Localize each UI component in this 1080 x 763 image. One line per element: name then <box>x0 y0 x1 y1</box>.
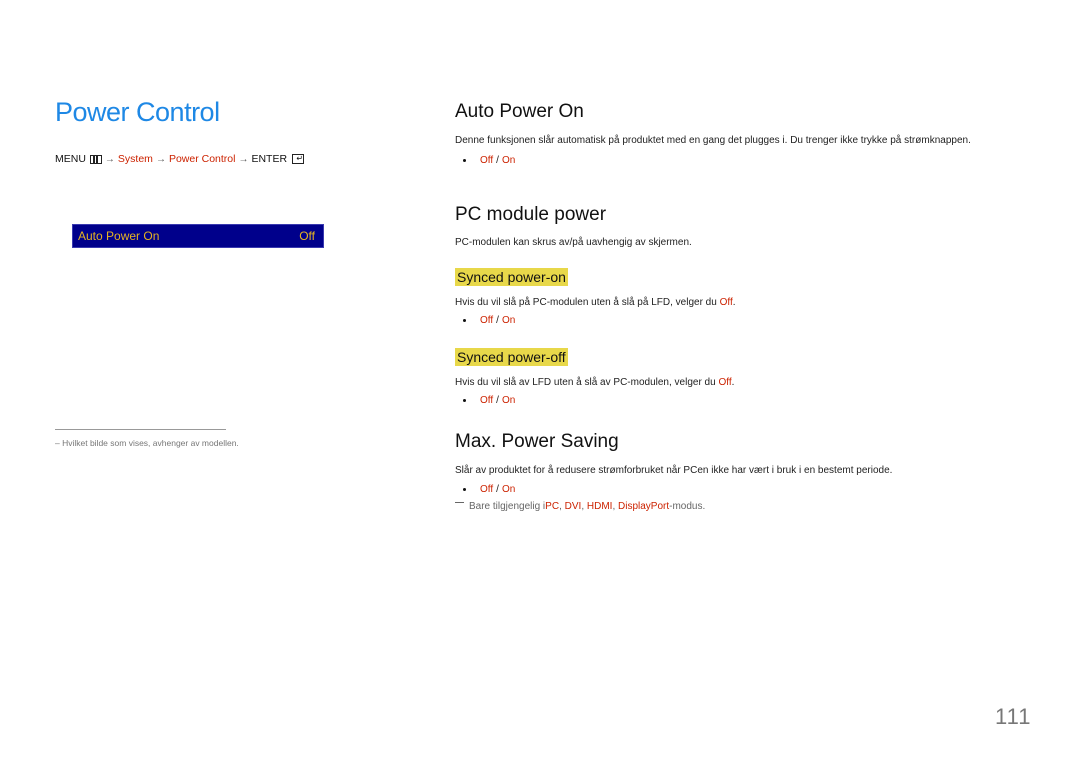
breadcrumb-power-control: Power Control <box>168 153 236 165</box>
osd-item-label: Auto Power On <box>78 229 160 243</box>
page-number: 111 <box>995 704 1032 729</box>
option-on: On <box>501 395 516 406</box>
page-title: Power Control <box>55 97 220 127</box>
note-mode-pc: PC <box>545 501 560 512</box>
option-off: Off <box>480 484 494 495</box>
option-separator: / <box>496 484 499 495</box>
subsection-synced-power-off: Synced power-off Hvis du vil slå av LFD … <box>455 348 975 406</box>
section-heading: Auto Power On <box>455 101 584 122</box>
option-off: Off <box>480 315 494 326</box>
menu-label: MENU <box>55 153 86 165</box>
bullet-icon <box>463 159 466 162</box>
section-description: PC-modulen kan skrus av/på uavhengig av … <box>455 237 692 248</box>
option-separator: / <box>496 395 499 406</box>
arrow-icon: → <box>238 153 249 165</box>
option-separator: / <box>496 315 499 326</box>
options-list: Off / On <box>455 155 975 166</box>
subsection-description: Hvis du vil slå av LFD uten å slå av PC-… <box>455 376 975 390</box>
enter-icon: ↵ <box>292 154 305 164</box>
note-dash-icon <box>455 502 464 503</box>
footnote-text: – Hvilket bilde som vises, avhenger av m… <box>55 438 239 448</box>
note-suffix: -modus. <box>669 501 706 512</box>
menu-path-breadcrumb: MENU → System → Power Control → ENTER ↵ <box>55 153 305 165</box>
option-separator: / <box>496 155 499 166</box>
options-list: Off / On <box>455 395 975 406</box>
enter-label: ENTER <box>251 153 288 165</box>
option-off: Off <box>480 395 494 406</box>
subsection-heading: Synced power-on <box>455 268 568 286</box>
section-pc-module-power: PC module power PC-modulen kan skrus av/… <box>455 204 975 250</box>
section-description: Slår av produktet for å redusere strømfo… <box>455 465 893 476</box>
note-mode-hdmi: HDMI <box>586 501 613 512</box>
arrow-icon: → <box>155 153 166 165</box>
description-suffix: . <box>732 297 736 308</box>
option-on: On <box>501 315 516 326</box>
section-heading: Max. Power Saving <box>455 431 619 452</box>
option-on: On <box>501 155 516 166</box>
bullet-icon <box>463 399 466 402</box>
options-list: Off / On <box>455 315 975 326</box>
breadcrumb-system: System <box>117 153 153 165</box>
description-text: Hvis du vil slå av LFD uten å slå av PC-… <box>455 377 719 388</box>
subsection-synced-power-on: Synced power-on Hvis du vil slå på PC-mo… <box>455 268 975 326</box>
osd-menu-item-auto-power-on: Auto Power On Off <box>72 224 324 248</box>
description-value: Off <box>718 377 732 388</box>
section-heading: PC module power <box>455 204 607 225</box>
option-on: On <box>501 484 516 495</box>
footnote-divider <box>55 429 226 430</box>
note-mode-displayport: DisplayPort <box>618 501 670 512</box>
arrow-icon: → <box>104 153 115 165</box>
section-auto-power-on: Auto Power On Denne funksjonen slår auto… <box>455 101 975 166</box>
description-suffix: . <box>731 377 735 388</box>
osd-item-value: Off <box>299 229 315 243</box>
options-list: Off / On <box>455 484 995 495</box>
subsection-heading: Synced power-off <box>455 348 568 366</box>
menu-grid-icon <box>89 154 102 164</box>
note-mode-dvi: DVI <box>564 501 582 512</box>
description-value: Off <box>719 297 733 308</box>
option-off: Off <box>480 155 494 166</box>
note-text: Bare tilgjengelig i <box>469 501 546 512</box>
section-max-power-saving: Max. Power Saving Slår av produktet for … <box>455 431 995 512</box>
subsection-description: Hvis du vil slå på PC-modulen uten å slå… <box>455 296 975 310</box>
section-description: Denne funksjonen slår automatisk på prod… <box>455 135 971 146</box>
availability-note: Bare tilgjengelig i PC, DVI, HDMI, Displ… <box>455 501 995 512</box>
description-text: Hvis du vil slå på PC-modulen uten å slå… <box>455 297 720 308</box>
bullet-icon <box>463 488 466 491</box>
bullet-icon <box>463 319 466 322</box>
